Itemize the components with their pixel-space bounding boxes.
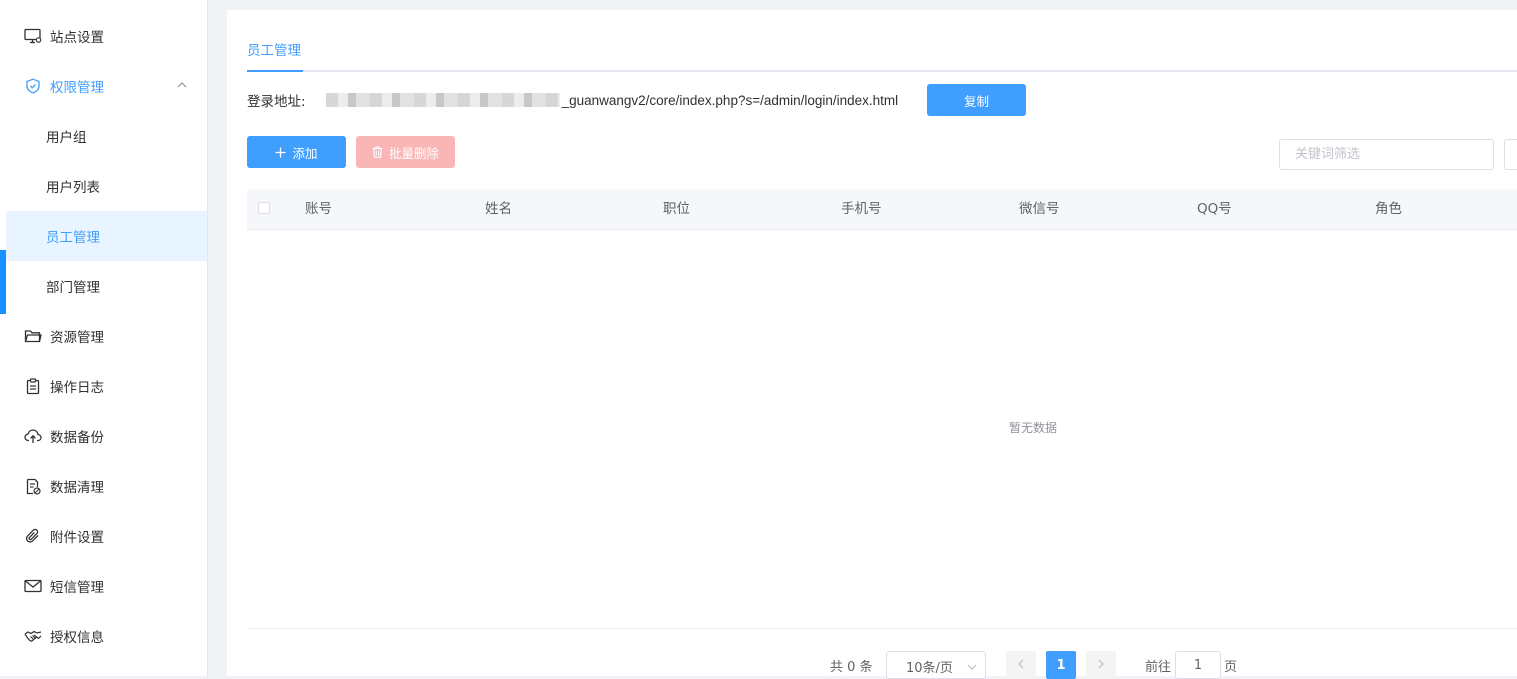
copy-button-label: 复制 bbox=[963, 94, 989, 109]
column-header-account: 账号 bbox=[305, 201, 332, 217]
blurred-domain bbox=[325, 93, 560, 107]
sidebar-subitem-label: 员工管理 bbox=[46, 230, 100, 246]
mail-icon bbox=[24, 577, 42, 595]
search-select[interactable] bbox=[1504, 139, 1517, 170]
sidebar-item-label: 数据备份 bbox=[50, 430, 104, 446]
plus-icon bbox=[275, 147, 286, 158]
batch-delete-button[interactable]: 批量删除 bbox=[356, 136, 455, 168]
column-header-role: 角色 bbox=[1375, 201, 1402, 217]
sidebar-item-operation-log[interactable]: 操作日志 bbox=[6, 361, 207, 411]
tab-staff-management[interactable]: 员工管理 bbox=[247, 39, 301, 68]
sidebar-item-license-info[interactable]: 授权信息 bbox=[6, 611, 207, 661]
goto-page-input[interactable] bbox=[1175, 651, 1221, 679]
page-number-current[interactable]: 1 bbox=[1046, 651, 1076, 679]
sidebar-subitem-user-list[interactable]: 用户列表 bbox=[6, 161, 207, 211]
table-header: 账号 姓名 职位 手机号 微信号 QQ号 角色 bbox=[247, 189, 1517, 230]
column-header-name: 姓名 bbox=[485, 201, 512, 217]
login-address-row: 登录地址: _guanwangv2/core/index.php?s=/admi… bbox=[247, 84, 898, 116]
tab-bar: 员工管理 bbox=[247, 39, 1517, 72]
sidebar-item-resources[interactable]: 资源管理 bbox=[6, 311, 207, 361]
sidebar-item-label: 权限管理 bbox=[50, 80, 104, 96]
sidebar-item-label: 操作日志 bbox=[50, 380, 104, 396]
page-size-value: 10条/页 bbox=[906, 661, 953, 676]
column-header-position: 职位 bbox=[663, 201, 690, 217]
main-panel: 员工管理 登录地址: _guanwangv2/core/index.php?s=… bbox=[227, 10, 1517, 679]
sidebar-item-data-cleanup[interactable]: 数据清理 bbox=[6, 461, 207, 511]
paperclip-icon bbox=[24, 527, 42, 545]
select-all-checkbox[interactable] bbox=[258, 202, 270, 214]
empty-state-text: 暂无数据 bbox=[1009, 421, 1058, 435]
login-address-url: _guanwangv2/core/index.php?s=/admin/logi… bbox=[561, 92, 899, 108]
add-button-label: 添加 bbox=[292, 146, 318, 161]
tab-active-underline bbox=[247, 70, 303, 72]
chevron-right-icon bbox=[1097, 658, 1105, 673]
goto-label: 前往 bbox=[1145, 660, 1172, 675]
page-unit-label: 页 bbox=[1224, 660, 1238, 675]
add-button[interactable]: 添加 bbox=[247, 136, 346, 168]
page-size-select[interactable]: 10条/页 bbox=[886, 651, 986, 679]
sidebar-item-label: 站点设置 bbox=[50, 30, 104, 46]
sidebar-subitem-department-management[interactable]: 部门管理 bbox=[6, 261, 207, 311]
prev-page-button[interactable] bbox=[1006, 651, 1036, 679]
sidebar-item-label: 资源管理 bbox=[50, 330, 104, 346]
sidebar-item-permissions[interactable]: 权限管理 bbox=[6, 61, 207, 111]
pagination-total: 共 0 条 bbox=[830, 660, 873, 675]
sidebar-item-site-settings[interactable]: 站点设置 bbox=[6, 11, 207, 61]
keyword-filter-input[interactable] bbox=[1279, 139, 1494, 170]
sidebar-item-label: 附件设置 bbox=[50, 530, 104, 546]
chevron-down-icon bbox=[967, 660, 977, 675]
shield-icon bbox=[24, 77, 42, 95]
sidebar-item-attachment-settings[interactable]: 附件设置 bbox=[6, 511, 207, 561]
monitor-icon bbox=[24, 27, 42, 45]
cloud-upload-icon bbox=[24, 427, 42, 445]
sidebar-subitem-label: 用户组 bbox=[46, 130, 87, 146]
copy-button[interactable]: 复制 bbox=[927, 84, 1026, 116]
trash-icon bbox=[372, 146, 383, 158]
chevron-up-icon bbox=[177, 78, 187, 93]
sidebar-subitem-label: 用户列表 bbox=[46, 180, 100, 196]
sidebar-item-data-backup[interactable]: 数据备份 bbox=[6, 411, 207, 461]
chevron-left-icon bbox=[1017, 658, 1025, 673]
clipboard-icon bbox=[24, 377, 42, 395]
handshake-icon bbox=[24, 627, 42, 645]
column-header-qq: QQ号 bbox=[1197, 201, 1232, 217]
sidebar-item-sms-management[interactable]: 短信管理 bbox=[6, 561, 207, 611]
table-bottom-border bbox=[247, 628, 1517, 629]
login-address-label: 登录地址: bbox=[247, 94, 306, 110]
next-page-button[interactable] bbox=[1086, 651, 1116, 679]
folder-icon bbox=[24, 327, 42, 345]
table-body: 暂无数据 bbox=[247, 229, 1517, 629]
pagination: 共 0 条 10条/页 1 前往 页 bbox=[227, 650, 1517, 679]
sidebar-subitem-staff-management[interactable]: 员工管理 bbox=[6, 211, 207, 261]
sidebar-item-label: 数据清理 bbox=[50, 480, 104, 496]
batch-delete-button-label: 批量删除 bbox=[388, 146, 439, 161]
column-header-wechat: 微信号 bbox=[1019, 201, 1060, 217]
sidebar-item-label: 短信管理 bbox=[50, 580, 104, 596]
sidebar-subitem-label: 部门管理 bbox=[46, 280, 100, 296]
sidebar-subitem-user-group[interactable]: 用户组 bbox=[6, 111, 207, 161]
sidebar: 站点设置 权限管理 用户组 用户列表 员工管理 部门管理 资源管理 操作日志 数… bbox=[0, 0, 208, 676]
column-header-phone: 手机号 bbox=[841, 201, 882, 217]
sidebar-item-label: 授权信息 bbox=[50, 630, 104, 646]
document-clean-icon bbox=[24, 477, 42, 495]
